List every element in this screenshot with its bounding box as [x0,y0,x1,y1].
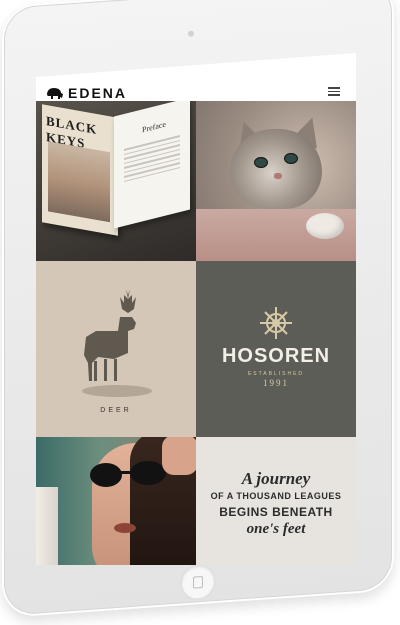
elephant-icon [47,88,63,99]
hamburger-menu-icon[interactable] [328,85,340,96]
quote-line: one's feet [246,521,306,537]
book-tile[interactable]: BLACK KEYS Preface [36,101,196,261]
brand-name: EDENA [68,85,128,101]
kitten-paw [306,213,344,239]
deer-tile[interactable]: DEER [36,261,196,437]
sunglasses-icon [90,461,166,487]
deer-icon [84,289,136,381]
hosoren-brand: HOSOREN [221,345,331,367]
kitten-eye [254,157,268,168]
quote-tile[interactable]: A journey OF A THOUSAND LEAGUES BEGINS B… [196,437,356,565]
kitten-head [230,129,322,209]
kitten-nose [274,173,282,179]
site-logo[interactable]: EDENA [46,85,127,101]
hosoren-tile[interactable]: HOSOREN ESTABLISHED 1991 [196,261,356,437]
device-mockup: EDENA BLACK KEYS Preface DEER HOSOREN ES… [0,0,400,625]
quote-line: A journey [241,469,311,488]
book-illustration [48,141,110,223]
camera-icon [188,30,194,37]
portfolio-grid: BLACK KEYS Preface DEER HOSOREN ESTABLIS… [36,101,356,565]
woman-lips [114,523,136,533]
home-square-icon [193,575,203,589]
home-button[interactable] [180,563,216,602]
woman-tile[interactable] [36,437,196,565]
book-text-page: Preface [114,101,190,229]
book-cover-page: BLACK KEYS [42,104,118,236]
kitten-eye [284,153,298,164]
page-text-lines [124,132,180,185]
cup [36,487,58,565]
quote-line: OF A THOUSAND LEAGUES [210,491,342,501]
kitten-tile[interactable] [196,101,356,261]
page-heading: Preface [142,119,166,135]
deer-label: DEER [100,407,132,414]
tablet-screen: EDENA BLACK KEYS Preface DEER HOSOREN ES… [36,53,356,565]
ship-wheel-icon [260,307,292,339]
hosoren-tagline: ESTABLISHED [247,371,305,377]
hosoren-year: 1991 [263,378,289,388]
quote-line: BEGINS BENEATH [219,505,333,519]
deer-shadow [82,385,152,397]
woman-hand [162,437,196,475]
